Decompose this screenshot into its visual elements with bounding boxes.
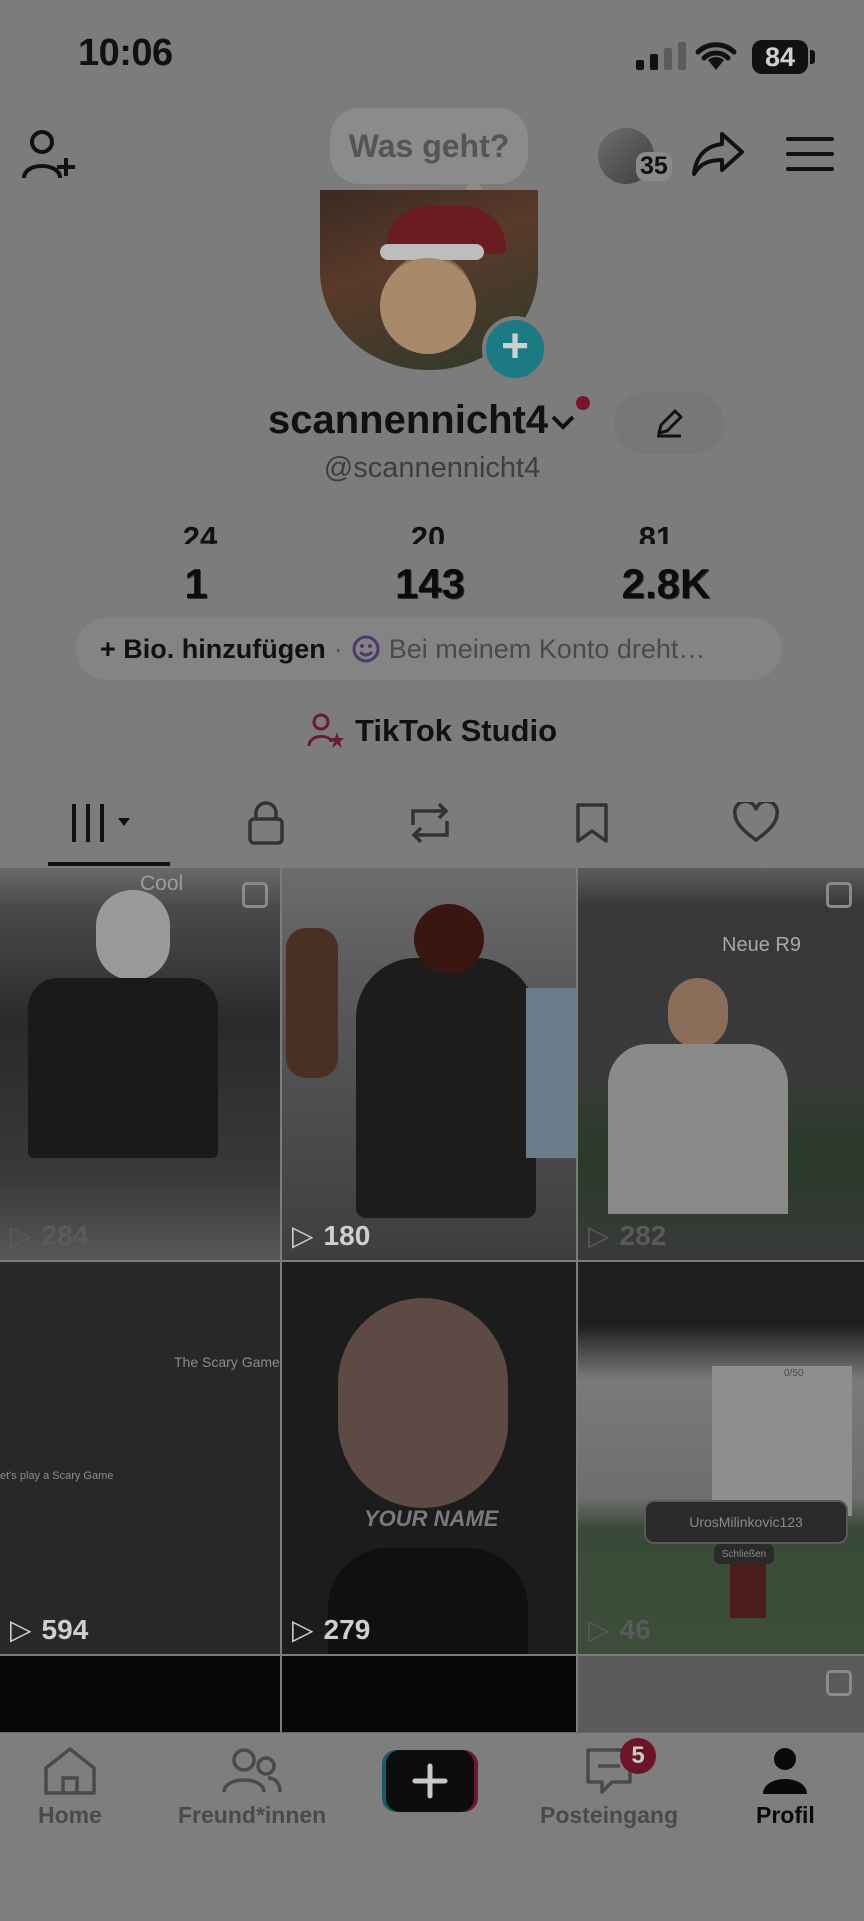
multi-photo-icon [242,882,268,908]
mask-graphic [96,890,170,980]
battery-icon: 84 [752,40,808,74]
multi-photo-icon [826,1670,852,1696]
username-handle: @scannennicht4 [323,452,541,484]
video-overlay-text: Neue R9 [722,934,801,956]
video-tile[interactable] [0,1656,280,1736]
create-button[interactable] [382,1750,478,1812]
video-tile[interactable] [282,1656,576,1736]
bio-hint: Bei meinem Konto dreht… [388,633,706,664]
home-icon [44,1747,96,1795]
nav-home-label: Home [38,1802,102,1828]
video-overlay-text: The Scary Game [174,1354,280,1370]
tab-reposts[interactable] [390,798,470,848]
add-friend-icon[interactable] [22,128,76,187]
edit-profile-button[interactable] [614,392,724,454]
username-overlay: UrosMilinkovic123 [644,1500,848,1544]
menu-icon[interactable] [786,136,834,177]
video-overlay-text: YOUR NAME [364,1506,499,1531]
video-overlay-text-3: 0/50 [784,1368,804,1379]
story-count-badge: 35 [636,152,672,181]
tiktok-studio-label: TikTok Studio [354,713,558,748]
shelf-graphic [526,988,576,1158]
play-icon: ▷ [10,1614,32,1645]
stat-ghost-likes: 81 [638,520,674,544]
share-icon[interactable] [690,130,746,183]
stat-ghost-following: 24 [182,520,218,544]
video-tile[interactable]: 0/50 UrosMilinkovic123 Schließen ▷ 46 [578,1262,864,1654]
face-graphic [338,1298,508,1508]
close-overlay: Schließen [714,1544,774,1564]
stat-ghost-followers: 20 [410,520,446,544]
active-tab-indicator [48,862,170,866]
stat-followers[interactable]: 143 [330,560,530,608]
nav-home[interactable]: Home [38,1746,102,1829]
view-count: ▷ 46 [588,1613,651,1646]
kebab-graphic [286,928,338,1078]
lock-icon [248,801,284,845]
video-tile[interactable]: Neue R9 ▷ 282 [578,868,864,1260]
nav-friends[interactable]: Freund*innen [178,1746,326,1829]
video-tile[interactable]: Cool ▷ 284 [0,868,280,1260]
grid-icon [72,804,130,842]
bookmark-icon [576,803,608,843]
add-avatar-plus-icon[interactable]: + [482,316,548,382]
status-bubble[interactable]: Was geht? [330,108,528,184]
profile-icon [763,1748,808,1794]
nav-profile[interactable]: Profil [756,1746,815,1829]
tab-videos[interactable] [66,798,146,848]
nav-profile-label: Profil [756,1802,815,1828]
video-tile[interactable]: The Scary Game et's play a Scary Game ▷ 5… [0,1262,280,1654]
nav-friends-label: Freund*innen [178,1802,327,1828]
battery-tip [810,50,815,64]
video-tile[interactable] [578,1656,864,1736]
play-icon: ▷ [292,1220,314,1251]
tab-favorites[interactable] [552,798,632,848]
smiley-icon [352,635,380,663]
figure-graphic [608,1044,788,1214]
inbox-badge: 5 [620,1738,656,1774]
stat-following[interactable]: 1 [96,560,296,608]
bio-bar[interactable]: + Bio. hinzufügen · Bei meinem Konto dre… [76,618,782,680]
view-count: ▷ 284 [10,1219,89,1252]
tab-liked[interactable] [716,798,796,848]
view-count: ▷ 282 [588,1219,667,1252]
repost-icon [411,802,449,844]
multi-photo-icon [826,882,852,908]
nav-inbox-label: Posteingang [540,1802,679,1828]
figure-graphic [28,978,218,1158]
avatar-figure-graphic [730,1564,766,1618]
play-icon: ▷ [10,1220,32,1251]
bio-separator: · [333,633,343,664]
heart-icon [733,802,779,843]
head-graphic [414,904,484,974]
figure-graphic [356,958,536,1218]
view-count: ▷ 279 [292,1613,371,1646]
stat-likes[interactable]: 2.8K [566,560,766,608]
play-icon: ▷ [292,1614,314,1645]
video-tile[interactable]: ▷ 180 [282,868,576,1260]
wifi-icon [694,38,738,77]
chevron-down-icon[interactable] [550,414,576,437]
head-graphic [668,978,728,1048]
signal-icon [636,42,686,70]
display-name[interactable]: scannennicht4 [268,398,548,443]
board-graphic [712,1366,852,1516]
tab-private[interactable] [226,798,306,848]
video-overlay-text-2: et's play a Scary Game [0,1470,114,1482]
person-star-icon [307,713,344,748]
play-icon: ▷ [588,1614,610,1645]
plus-icon [382,1750,478,1812]
notification-dot [576,396,590,410]
nav-inbox[interactable]: Posteingang [540,1746,678,1829]
add-bio-button[interactable]: + Bio. hinzufügen [100,634,326,665]
view-count: ▷ 594 [10,1613,89,1646]
view-count: ▷ 180 [292,1219,371,1252]
play-icon: ▷ [588,1220,610,1251]
video-tile[interactable]: YOUR NAME ▷ 279 [282,1262,576,1654]
friends-icon [222,1748,282,1793]
status-time: 10:06 [78,32,173,74]
cat-face-graphic [380,258,476,354]
pencil-icon [657,409,683,438]
tiktok-studio-button[interactable]: TikTok Studio [0,712,864,750]
